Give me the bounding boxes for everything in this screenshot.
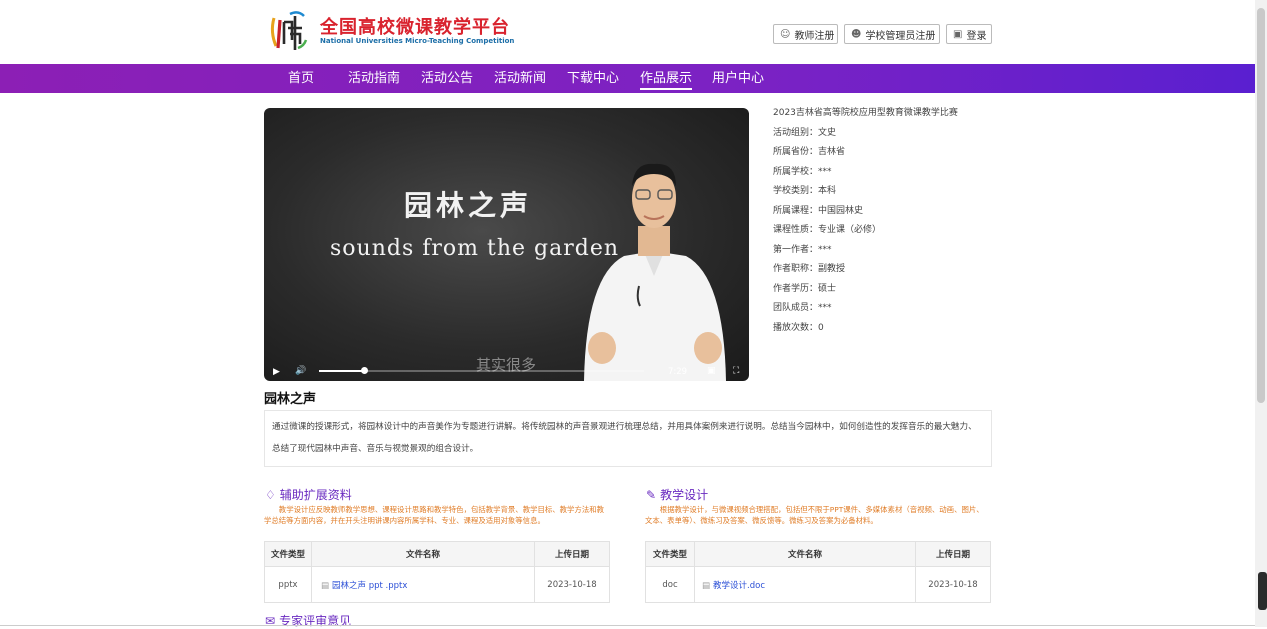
admin-register-button[interactable]: ☻ 学校管理员注册 <box>844 24 940 44</box>
progress-knob[interactable] <box>361 367 368 374</box>
nav-downloads[interactable]: 下载中心 <box>567 64 619 93</box>
nav-news[interactable]: 活动新闻 <box>494 64 546 93</box>
table-header: 上传日期 <box>915 541 991 567</box>
login-button[interactable]: ▣ 登录 <box>946 24 992 44</box>
table-row: pptx ▤ 园林之声 ppt .pptx 2023-10-18 <box>264 566 610 603</box>
table-header: 文件类型 <box>645 541 695 567</box>
nav-home[interactable]: 首页 <box>288 64 314 93</box>
table-header: 文件名称 <box>694 541 916 567</box>
nav-user-center[interactable]: 用户中心 <box>712 64 764 93</box>
tag-icon: ♢ <box>265 488 276 502</box>
design-table: 文件类型 文件名称 上传日期 doc ▤ 教学设计.doc 2023-10-18 <box>645 541 991 603</box>
play-icon[interactable]: ▶ <box>273 367 280 377</box>
file-type: pptx <box>264 566 312 603</box>
fullscreen-icon[interactable]: ⛶ <box>733 366 739 376</box>
info-course-nature: 课程性质：专业课（必修） <box>773 225 882 235</box>
work-info: 2023吉林省高等院校应用型教育微课教学比赛 活动组别：文史 所属省份：吉林省 … <box>773 104 958 338</box>
scrollbar-thumb[interactable] <box>1257 8 1265 403</box>
file-link[interactable]: ▤ 教学设计.doc <box>694 566 916 603</box>
info-group: 活动组别：文史 <box>773 127 837 138</box>
info-school: 所属学校：*** <box>773 166 832 177</box>
page-scrollbar[interactable] <box>1255 0 1267 627</box>
work-title: 园林之声 <box>264 392 317 407</box>
info-author-degree: 作者学历：硕士 <box>773 283 837 294</box>
table-row: doc ▤ 教学设计.doc 2023-10-18 <box>645 566 991 603</box>
brand-subtitle: National Universities Micro-Teaching Com… <box>320 37 515 45</box>
volume-icon[interactable]: 🔊 <box>295 366 306 376</box>
video-title-cn: 园林之声 <box>404 189 533 222</box>
table-header: 上传日期 <box>534 541 610 567</box>
main-nav: 首页 活动指南 活动公告 活动新闻 下载中心 作品展示 用户中心 <box>0 64 1255 93</box>
brand-title: 全国高校微课教学平台 <box>320 17 510 38</box>
nav-announcements[interactable]: 活动公告 <box>421 64 473 93</box>
competition-name: 2023吉林省高等院校应用型教育微课教学比赛 <box>773 108 958 118</box>
info-course: 所属课程：中国园林史 <box>773 205 864 216</box>
logo-icon <box>270 11 308 50</box>
page-divider <box>0 625 1255 626</box>
resources-note: 教学设计应反映教师教学思想、课程设计思路和教学特色，包括教学背景、教学目标、教学… <box>264 505 604 525</box>
info-province: 所属省份：吉林省 <box>773 147 846 157</box>
presenter-image <box>584 163 726 381</box>
pip-icon[interactable]: ▣ <box>707 366 716 376</box>
table-header: 文件类型 <box>264 541 312 567</box>
progress-fill <box>319 370 365 372</box>
file-type: doc <box>645 566 695 603</box>
info-author-title: 作者职称：副教授 <box>773 264 846 274</box>
nav-works[interactable]: 作品展示 <box>640 64 693 93</box>
design-heading: ✎ 教学设计 <box>646 488 709 502</box>
nav-guide[interactable]: 活动指南 <box>348 64 400 93</box>
users-icon: ☻ <box>851 28 862 40</box>
file-link[interactable]: ▤ 园林之声 ppt .pptx <box>311 566 535 603</box>
video-time: 7:29 <box>668 367 688 377</box>
pencil-icon: ✎ <box>646 488 657 502</box>
resources-table: 文件类型 文件名称 上传日期 pptx ▤ 园林之声 ppt .pptx 2023… <box>264 541 610 603</box>
video-player[interactable]: 园林之声 sounds from the garden 其实很多 ▶ 🔊 7:2… <box>264 108 749 381</box>
side-tool-widget[interactable] <box>1258 572 1267 610</box>
resources-heading: ♢ 辅助扩展资料 <box>265 488 352 502</box>
file-icon: ▤ <box>702 580 711 591</box>
info-play-count: 播放次数：0 <box>773 322 824 333</box>
info-school-type: 学校类别：本科 <box>773 186 837 196</box>
login-icon: ▣ <box>953 28 963 40</box>
table-header: 文件名称 <box>311 541 535 567</box>
info-first-author: 第一作者：*** <box>773 244 832 255</box>
design-note: 根据教学设计，与微课视频合理搭配，包括但不限于PPT课件、多媒体素材（音视频、动… <box>645 505 984 525</box>
file-icon: ▤ <box>321 580 330 591</box>
work-description: 通过微课的授课形式，将园林设计中的声音美作为专题进行讲解。将传统园林的声音景观进… <box>264 410 992 467</box>
review-heading: ✉ 专家评审意见 <box>265 614 352 628</box>
user-icon: ☺ <box>780 28 791 40</box>
upload-date: 2023-10-18 <box>915 566 991 603</box>
upload-date: 2023-10-18 <box>534 566 610 603</box>
teacher-register-button[interactable]: ☺ 教师注册 <box>773 24 838 44</box>
info-team-members: 团队成员：*** <box>773 303 832 313</box>
